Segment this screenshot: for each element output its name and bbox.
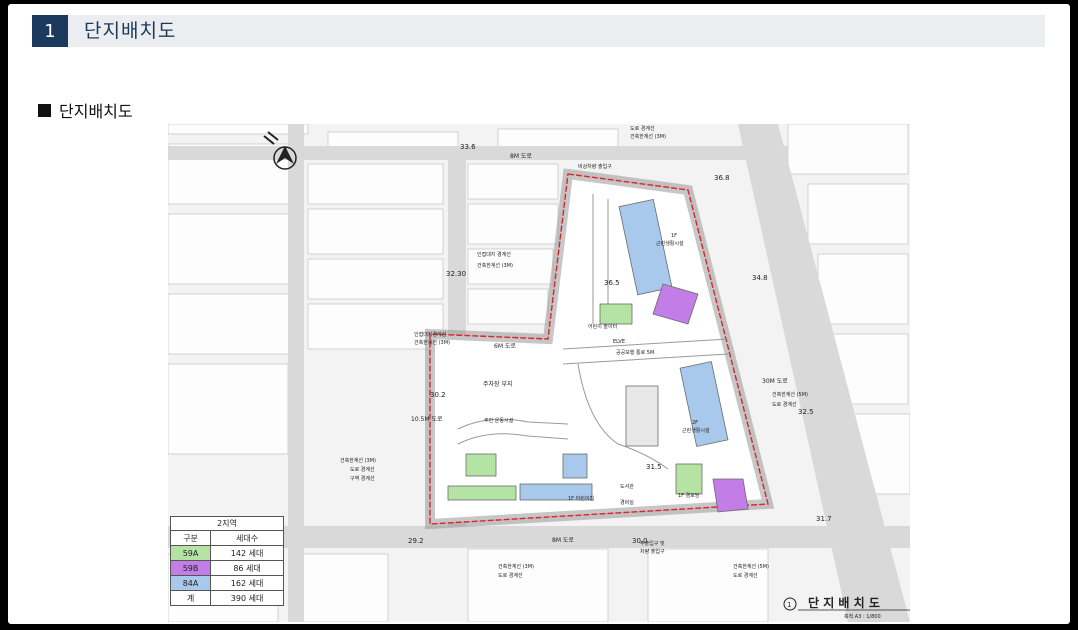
elevation-label: 36.5 [604,279,620,287]
unit-legend-table: 2지역 구분 세대수 59A 142 세대 59B 86 세대 84A 162 … [169,516,284,606]
annotation: 건축한계선 (3M) [477,262,513,269]
annotation: 도서관 [620,483,634,490]
section-title: 단지배치도 [84,20,177,42]
subtitle: 단지배치도 [38,99,133,121]
annotation: 1F [671,233,677,239]
legend-units: 162 세대 [210,575,284,591]
road-label-8m-top: 8M 도로 [510,153,532,160]
elevation-label: 36.8 [714,174,730,182]
annotation: 건축한계선 (5M) [733,563,769,570]
annotation: 건축한계선 (5M) [772,391,808,398]
annotation: 비상차량 출입구 [578,163,612,170]
legend-row: 59B 86 세대 [169,560,284,576]
annotation: 근린생활시설 [682,427,710,434]
annotation: 도로 경계선 [772,401,797,408]
elevation-label: 32.30 [446,270,466,278]
road-label-8m-bottom: 8M 도로 [552,537,574,544]
annotation: 근린생활시설 [656,240,684,247]
legend-type: 계 [169,590,212,606]
annotation: 건축한계선 (3M) [414,339,450,346]
annotation: 1F 어린이집 [568,495,594,502]
legend-row: 59A 142 세대 [169,545,284,561]
legend-header: 구분 [169,530,212,546]
annotation: 1F 경로당 [678,492,700,499]
legend-title: 2지역 [170,516,284,531]
drawing-scale: 축척 A3 : 1/800 [844,613,881,620]
annotation: 차량 출입구 [640,548,665,555]
elevation-label: 31.7 [816,515,832,523]
annotation: 어린이 놀이터 [588,323,617,330]
road-label-6m: 6M 도로 [494,343,516,350]
annotation: 도로 경계선 [498,572,523,579]
square-bullet-icon [38,103,51,117]
elevation-label: 34.8 [752,274,768,282]
legend-type: 84A [169,575,212,591]
annotation: 도로 경계선 [350,466,375,473]
elevation-label: 30.2 [430,391,446,399]
annotation: ELVE [613,339,625,345]
road-label-30m: 30M 도로 [762,378,788,385]
legend-header: 세대수 [210,530,284,546]
annotation: 주차장 부지 [483,380,513,388]
annotation: 주민 운동시설 [484,417,514,424]
annotation: 경비실 [620,499,634,506]
annotation: 공공보행 통로 5M [616,349,654,356]
legend-type: 59A [169,545,212,561]
road-label-10m: 10.5M 도로 [411,416,443,423]
annotation: 건축한계선 (3M) [630,133,666,140]
annotation: 도로 경계선 [733,572,758,579]
annotation: 구역 경계선 [350,475,375,482]
legend-units: 86 세대 [210,560,284,576]
legend-row: 84A 162 세대 [169,575,284,591]
drawing-number: 1 [787,601,791,609]
elevation-label: 33.6 [460,143,476,151]
legend-row: 계 390 세대 [169,590,284,606]
annotation: 2F [692,420,698,426]
annotation: 주출입구 및 [640,540,665,547]
legend-type: 59B [169,560,212,576]
legend-units: 390 세대 [210,590,284,606]
annotation: 인접대지 경계선 [477,251,511,258]
annotation: 건축한계선 (3M) [498,563,534,570]
legend-units: 142 세대 [210,545,284,561]
annotation: 인접대지경계선 [414,331,447,338]
elevation-label: 32.5 [798,408,814,416]
annotation: 도로 경계선 [630,125,655,132]
elevation-label: 29.2 [408,537,424,545]
subtitle-text: 단지배치도 [59,102,133,121]
drawing-title: 단 지 배 치 도 [808,595,880,610]
elevation-label: 31.5 [646,463,662,471]
section-header: 1 단지배치도 [32,15,1045,47]
section-number-badge: 1 [32,15,68,47]
annotation: 건축한계선 (3M) [340,457,376,464]
